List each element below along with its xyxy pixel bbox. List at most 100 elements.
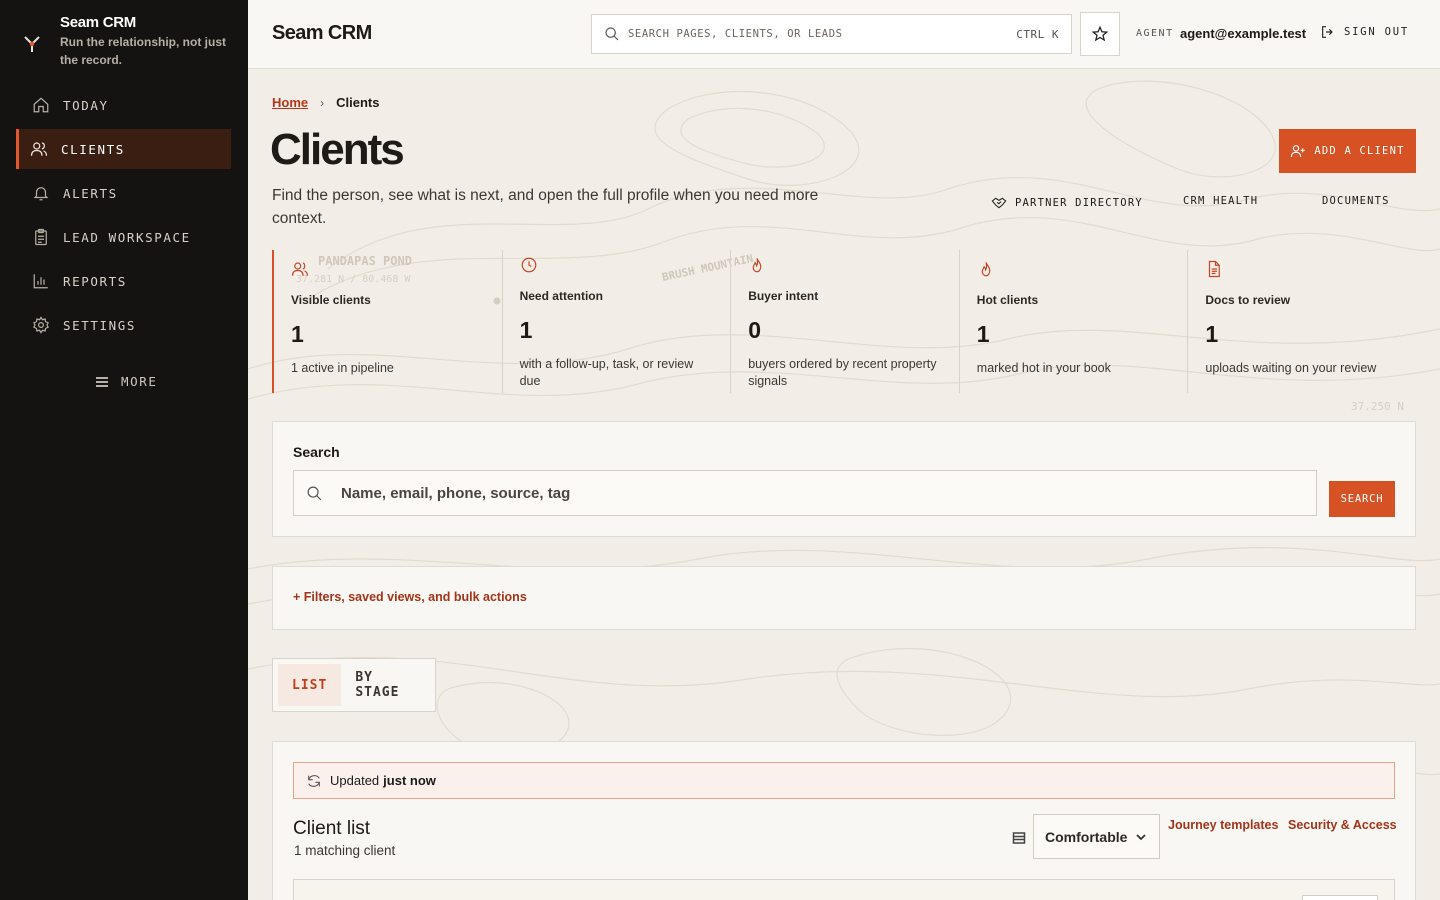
search-label: Search bbox=[293, 444, 340, 460]
stat-visible-clients[interactable]: Visible clients 1 1 active in pipeline bbox=[272, 250, 502, 393]
breadcrumb: Home › Clients bbox=[272, 95, 379, 110]
sidebar-item-label: ALERTS bbox=[63, 185, 118, 201]
brand-tagline: Run the relationship, not just the recor… bbox=[60, 35, 226, 67]
add-client-label: ADD A CLIENT bbox=[1314, 145, 1405, 157]
sidebar-nav: TODAY CLIENTS ALERTS LEAD WORKSPACE REPO… bbox=[16, 85, 231, 349]
partner-directory-label: PARTNER DIRECTORY bbox=[1015, 197, 1143, 209]
add-client-button[interactable]: ADD A CLIENT bbox=[1279, 129, 1416, 173]
star-icon bbox=[1091, 25, 1109, 42]
gear-icon bbox=[33, 316, 49, 334]
updated-value: just now bbox=[383, 773, 436, 788]
flame-icon bbox=[752, 258, 762, 273]
sidebar-item-reports[interactable]: REPORTS bbox=[16, 261, 231, 301]
journey-templates-link[interactable]: Journey templates bbox=[1168, 818, 1278, 832]
sidebar-item-label: LEAD WORKSPACE bbox=[63, 229, 191, 245]
sidebar-item-label: TODAY bbox=[63, 97, 109, 113]
brand-name: Seam CRM bbox=[60, 14, 136, 31]
sidebar-item-today[interactable]: TODAY bbox=[16, 85, 231, 125]
density-icon bbox=[1012, 832, 1026, 844]
stat-label: Hot clients bbox=[976, 293, 1039, 307]
sidebar-item-settings[interactable]: SETTINGS bbox=[16, 305, 231, 345]
more-label: MORE bbox=[121, 374, 158, 389]
security-access-link[interactable]: Security & Access bbox=[1288, 818, 1397, 832]
logout-icon bbox=[1322, 26, 1333, 38]
sign-out-label: SIGN OUT bbox=[1344, 26, 1409, 38]
client-list-count: 1 matching client bbox=[294, 843, 396, 858]
users-icon bbox=[291, 262, 309, 276]
updated-prefix: Updated bbox=[330, 773, 380, 788]
stat-value: 1 bbox=[519, 317, 533, 343]
page-description: Find the person, see what is next, and o… bbox=[272, 187, 819, 227]
stat-buyer-intent[interactable]: Buyer intent 0 buyers ordered by recent … bbox=[730, 250, 959, 393]
density-value: Comfortable bbox=[1045, 828, 1128, 845]
crm-health-link[interactable]: CRM HEALTH bbox=[1183, 195, 1258, 207]
chevron-down-icon bbox=[1136, 834, 1146, 841]
favorite-button[interactable] bbox=[1080, 12, 1120, 56]
view-tabs: LIST BY STAGE bbox=[272, 658, 436, 712]
stat-label: Buyer intent bbox=[748, 289, 819, 303]
chevron-right-icon: › bbox=[320, 95, 325, 110]
stat-subtext: uploads waiting on your review bbox=[1205, 361, 1377, 375]
stat-need-attention[interactable]: Need attention 1 with a follow-up, task,… bbox=[501, 250, 731, 393]
client-table-header bbox=[293, 879, 1395, 900]
logo-icon bbox=[24, 36, 40, 52]
global-search-input[interactable] bbox=[628, 28, 1017, 40]
page-title: Clients bbox=[270, 125, 405, 174]
brand[interactable]: Seam CRM Run the relationship, not just … bbox=[22, 14, 230, 69]
home-icon bbox=[33, 97, 49, 113]
app-title: Seam CRM bbox=[272, 22, 372, 44]
topbar: Seam CRM CTRL K AGENT agent@example.test… bbox=[248, 0, 1440, 69]
shortcut-hint: CTRL K bbox=[1016, 27, 1059, 41]
crm-health-label: CRM HEALTH bbox=[1183, 195, 1259, 207]
partner-directory-link[interactable]: PARTNER DIRECTORY bbox=[991, 195, 1143, 211]
user-plus-icon bbox=[1291, 145, 1306, 158]
menu-icon bbox=[96, 376, 108, 387]
documents-link[interactable]: DOCUMENTS bbox=[1322, 195, 1390, 207]
global-search[interactable]: CTRL K bbox=[591, 14, 1072, 54]
sidebar-item-clients[interactable]: CLIENTS bbox=[16, 129, 231, 169]
sign-out-button[interactable]: SIGN OUT bbox=[1320, 24, 1409, 40]
tab-list[interactable]: LIST bbox=[278, 664, 342, 706]
refresh-icon bbox=[308, 774, 320, 787]
sidebar-item-lead-workspace[interactable]: LEAD WORKSPACE bbox=[16, 217, 231, 257]
handshake-icon bbox=[991, 197, 1007, 209]
client-search-input[interactable] bbox=[341, 484, 1316, 502]
client-search-box[interactable] bbox=[293, 470, 1317, 516]
search-icon bbox=[605, 27, 619, 41]
agent-email: agent@example.test bbox=[1180, 26, 1307, 41]
updated-banner: Updated just now bbox=[293, 762, 1395, 799]
map-coord-2: 37.250 N bbox=[1351, 400, 1404, 413]
client-list-panel: Updated just now Client list 1 matching … bbox=[272, 741, 1416, 900]
stat-docs-to-review[interactable]: Docs to review 1 uploads waiting on your… bbox=[1187, 250, 1416, 393]
search-button[interactable]: SEARCH bbox=[1329, 481, 1395, 517]
stat-label: Docs to review bbox=[1205, 293, 1291, 307]
tab-by-stage[interactable]: BY STAGE bbox=[341, 664, 430, 706]
stat-label: Need attention bbox=[519, 289, 603, 303]
client-list-title: Client list bbox=[293, 818, 371, 839]
stat-subtext: 1 active in pipeline bbox=[291, 361, 394, 375]
search-panel: Search SEARCH bbox=[272, 421, 1416, 537]
agent-label: AGENT bbox=[1136, 28, 1174, 39]
table-header-button[interactable] bbox=[1302, 895, 1378, 900]
stat-value: 1 bbox=[1205, 321, 1219, 347]
sidebar-item-alerts[interactable]: ALERTS bbox=[16, 173, 231, 213]
document-icon bbox=[1209, 260, 1221, 278]
breadcrumb-home-link[interactable]: Home bbox=[272, 95, 308, 110]
flame-icon bbox=[981, 262, 991, 277]
sidebar-item-label: REPORTS bbox=[63, 273, 127, 289]
stat-value: 1 bbox=[291, 321, 304, 347]
users-icon bbox=[30, 142, 48, 156]
stat-value: 1 bbox=[976, 321, 990, 347]
stat-hot-clients[interactable]: Hot clients 1 marked hot in your book bbox=[958, 250, 1188, 393]
more-button[interactable]: MORE bbox=[95, 374, 158, 389]
stat-value: 0 bbox=[748, 317, 761, 343]
filters-toggle[interactable]: + Filters, saved views, and bulk actions bbox=[293, 590, 527, 604]
breadcrumb-current: Clients bbox=[336, 95, 380, 110]
documents-label: DOCUMENTS bbox=[1322, 195, 1390, 207]
density-select[interactable]: Comfortable bbox=[1033, 814, 1160, 859]
stats-row: Visible clients 1 1 active in pipeline N… bbox=[272, 250, 1416, 393]
sidebar-item-label: SETTINGS bbox=[63, 317, 137, 333]
sidebar: Seam CRM Run the relationship, not just … bbox=[0, 0, 248, 900]
bell-icon bbox=[33, 187, 49, 201]
sidebar-item-label: CLIENTS bbox=[61, 141, 125, 157]
